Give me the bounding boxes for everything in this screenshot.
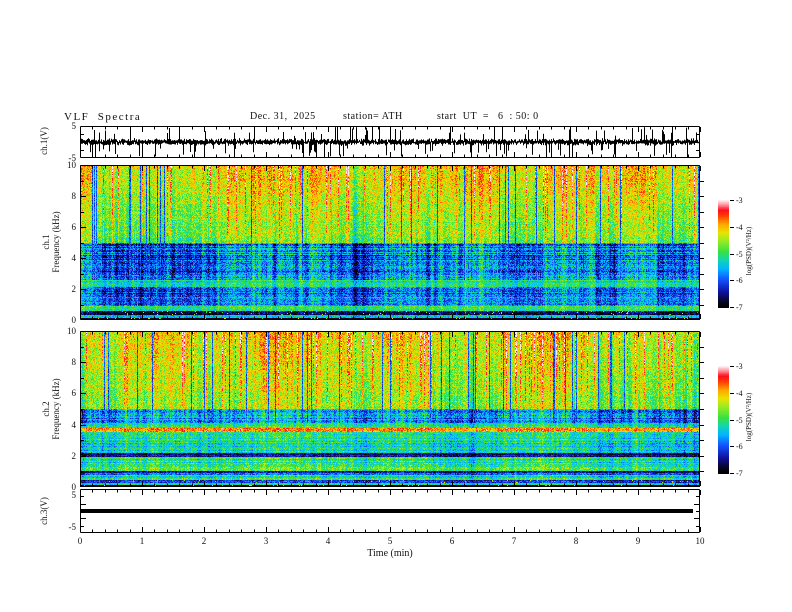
colorbar-tick-mark: [730, 280, 734, 282]
ch2-spec-ytick: 4: [71, 419, 77, 430]
ch1-spec-ytick: 6: [71, 222, 77, 232]
ch1-voltage-axis-label: ch.1(V): [39, 127, 49, 155]
time-xtick: 1: [139, 536, 145, 546]
time-xtick: 0: [77, 536, 83, 546]
ch1-spec-ytick: 0: [71, 315, 77, 325]
ch1-spectrogram-canvas: [80, 165, 708, 320]
time-xtick: 5: [387, 536, 393, 546]
start-ut-label: start UT = 6 : 50: 0: [437, 111, 539, 122]
ch3-voltage-axis-label: ch.3(V): [39, 497, 49, 525]
time-xtick: 8: [573, 536, 579, 546]
ch3-waveform-canvas: [80, 489, 708, 533]
colorbar-2-label: log(PSD)(V²/Hz): [745, 392, 753, 442]
time-xtick: 9: [635, 536, 641, 546]
ch2-spec-ytick: 10: [67, 326, 76, 336]
colorbar-tick-mark: [730, 392, 734, 394]
time-xtick: 7: [511, 536, 517, 546]
ch2-spec-ytick: 6: [71, 388, 77, 399]
ch1-spec-ytick: 2: [71, 284, 77, 294]
ch2-spec-ytick: 8: [71, 357, 77, 368]
ch1-wave-ytick: 5: [71, 121, 77, 131]
ch3-wave-ytick: 5: [71, 490, 77, 501]
colorbar-tick-mark: [730, 473, 734, 474]
colorbar-tick-label: -5: [736, 249, 743, 259]
time-xtick: 6: [449, 536, 455, 546]
colorbar-tick-mark: [730, 226, 734, 228]
time-xtick: 2: [201, 536, 207, 546]
station-label: station= ATH: [343, 111, 403, 122]
colorbar-tick-label: -4: [736, 388, 743, 398]
vlf-spectra-plot: VLF Spectra Dec. 31, 2025 station= ATH s…: [0, 0, 792, 612]
ch1-spec-ytick: 8: [71, 191, 77, 201]
colorbar-1-label: log(PSD)(V²/Hz): [745, 226, 753, 276]
colorbar-2: [718, 366, 729, 474]
ch1-waveform-canvas: [80, 126, 708, 158]
colorbar-tick-label: -3: [736, 362, 743, 371]
colorbar-tick-label: -3: [736, 196, 743, 205]
colorbar-tick-label: -6: [736, 442, 743, 452]
colorbar-tick-label: -5: [736, 415, 743, 425]
colorbar-tick-mark: [730, 253, 734, 255]
time-axis-label: Time (min): [367, 548, 413, 559]
colorbar-tick-mark: [730, 419, 734, 421]
colorbar-tick-mark: [730, 200, 734, 201]
colorbar-tick-label: -4: [736, 222, 743, 232]
time-xtick: 3: [263, 536, 269, 546]
colorbar-tick-label: -6: [736, 276, 743, 286]
colorbar-tick-mark: [730, 446, 734, 448]
time-xtick: 4: [325, 536, 331, 546]
colorbar-tick-mark: [730, 366, 734, 367]
ch2-spec-ytick: 2: [71, 450, 77, 461]
ch1-spec-ytick: 10: [67, 160, 76, 170]
colorbar-tick-mark: [730, 307, 734, 308]
ch1-spec-ytick: 4: [71, 253, 77, 263]
ch3-wave-ytick: -5: [68, 521, 77, 532]
date-label: Dec. 31, 2025: [250, 111, 316, 122]
colorbar-tick-label: -7: [736, 469, 743, 478]
ch2-spectrogram-canvas: [80, 331, 708, 487]
colorbar-tick-label: -7: [736, 303, 743, 312]
time-xtick: 10: [695, 536, 705, 546]
colorbar-1: [718, 200, 729, 308]
